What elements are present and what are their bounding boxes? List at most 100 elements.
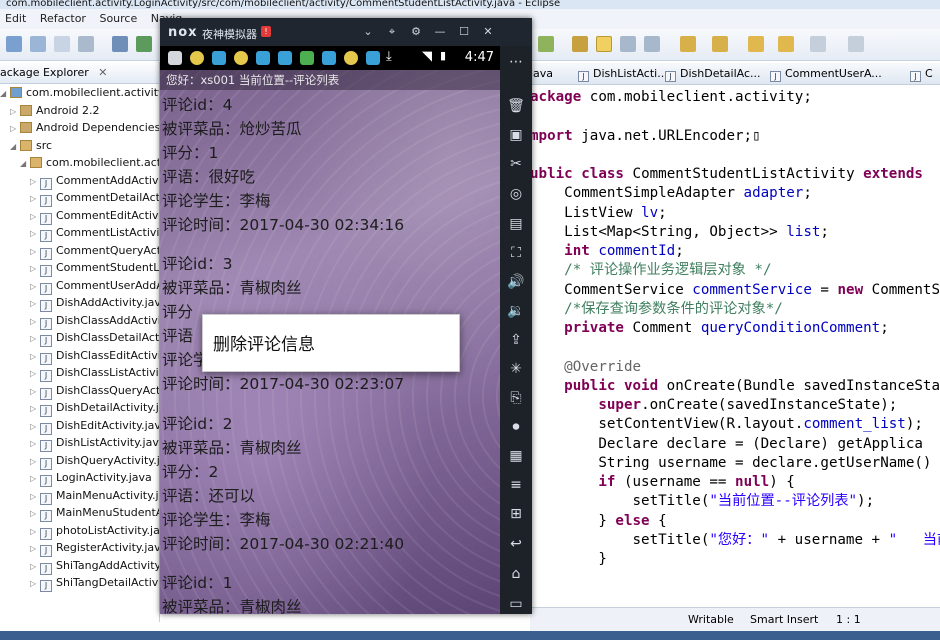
tree-item[interactable]: ▷ J CommentStudentLis [0, 259, 159, 277]
collapsed-arrow-icon[interactable]: ▷ [30, 400, 40, 418]
expand-arrow-icon[interactable]: ◢ [10, 138, 20, 156]
tree-item[interactable]: ▷ J DishClassAddActivit [0, 312, 159, 330]
keyboard-icon[interactable]: ▤ [506, 214, 526, 234]
collapsed-arrow-icon[interactable]: ▷ [30, 523, 40, 541]
tree-item[interactable]: ▷ J ShiTangDetailActivit [0, 574, 159, 592]
nav-next-icon[interactable] [810, 36, 826, 52]
macro-icon[interactable]: ⎘ [506, 388, 526, 408]
multi-instance-icon[interactable]: ▦ [506, 446, 526, 466]
collapsed-arrow-icon[interactable]: ▷ [30, 505, 40, 523]
editor-tab[interactable]: J DishDetailAc... [665, 63, 761, 84]
maximize-icon[interactable]: ☐ [456, 24, 472, 40]
recent-apps-icon[interactable]: ▭ [506, 594, 526, 614]
tree-item[interactable]: ▷ JphotoListActivity.jav [0, 522, 159, 540]
collapsed-arrow-icon[interactable]: ▷ [30, 208, 40, 226]
tree-item[interactable]: ▷J DishClassEditActivity [0, 347, 159, 365]
editor-tab[interactable]: java [530, 63, 553, 84]
tree-item[interactable]: ▷ J DishClassDetailActiv [0, 329, 159, 347]
tree-item[interactable]: ▷ J CommentDetailActiv [0, 189, 159, 207]
tree-item[interactable]: ▷ Android Dependencies [0, 119, 159, 137]
tree-item[interactable]: ▷ Android 2.2 [0, 102, 159, 120]
expand-arrow-icon[interactable]: ▷ [10, 103, 20, 121]
collapsed-arrow-icon[interactable]: ▷ [30, 575, 40, 593]
tree-item[interactable]: ▷ J CommentEditActivit [0, 207, 159, 225]
code-editor[interactable]: ackage com.mobileclient.activity; mport j… [530, 86, 940, 606]
expand-arrow-icon[interactable]: ▷ [10, 120, 20, 138]
delete-icon[interactable]: 🗑 [506, 96, 526, 116]
robot-icon[interactable]: ▣ [506, 125, 526, 145]
collapsed-arrow-icon[interactable]: ▷ [30, 225, 40, 243]
collapsed-arrow-icon[interactable]: ▷ [30, 190, 40, 208]
collapsed-arrow-icon[interactable]: ▷ [30, 243, 40, 261]
tree-item[interactable]: ▷ J RegisterActivity.java [0, 539, 159, 557]
screenshot-icon[interactable]: ⊞ [506, 504, 526, 524]
tree-item[interactable]: ◢ com.mobileclient.activity.Logir [0, 84, 159, 102]
tree-item[interactable]: ▷ J LoginActivity.java [0, 469, 159, 487]
forward-icon[interactable] [778, 36, 794, 52]
collapsed-arrow-icon[interactable]: ▷ [30, 348, 40, 366]
volume-up-icon[interactable]: 🔊 [506, 272, 526, 292]
collapsed-arrow-icon[interactable]: ▷ [30, 260, 40, 278]
print-icon[interactable] [54, 36, 70, 52]
tree-item[interactable]: ▷ J MainMenuActivity.ja [0, 487, 159, 505]
tree-item[interactable]: ▷ J CommentQueryActiv [0, 242, 159, 260]
prev-annotation-icon[interactable] [712, 36, 728, 52]
save-icon[interactable] [30, 36, 46, 52]
scissors-icon[interactable]: ✂ [506, 154, 526, 174]
menu-refactor[interactable]: Refactor [40, 12, 86, 25]
collapsed-arrow-icon[interactable]: ▷ [30, 330, 40, 348]
shake-icon[interactable]: ✳ [506, 359, 526, 379]
collapsed-arrow-icon[interactable]: ▷ [30, 558, 40, 576]
delete-comment-menu-item[interactable]: 删除评论信息 [213, 330, 315, 355]
pin-icon[interactable]: ⌖ [384, 24, 400, 40]
more-icon[interactable]: ⋯ [506, 52, 526, 72]
volume-down-icon[interactable]: 🔉 [506, 301, 526, 321]
tree-item[interactable]: ◢ com.mobileclient.activit [0, 154, 159, 172]
tree-item[interactable]: ▷ J DishListActivity.java [0, 434, 159, 452]
tree-item[interactable]: ▷ J MainMenuStudentA [0, 504, 159, 522]
editor-tab[interactable]: J DishListActi... [578, 63, 668, 84]
location-icon[interactable]: ◎ [506, 184, 526, 204]
close-icon[interactable]: ✕ [480, 24, 496, 40]
open-type-icon[interactable] [572, 36, 588, 52]
toggle-mark-icon[interactable] [596, 36, 612, 52]
collapsed-arrow-icon[interactable]: ▷ [30, 278, 40, 296]
minimize-icon[interactable]: — [432, 24, 448, 40]
video-record-icon[interactable]: ⏺ [506, 417, 526, 437]
tree-item[interactable]: ▷ J DishAddActivity.java [0, 294, 159, 312]
copy-icon[interactable] [78, 36, 94, 52]
debug-icon[interactable] [112, 36, 128, 52]
gear-icon[interactable]: ⚙ [408, 24, 424, 40]
run-icon[interactable] [136, 36, 152, 52]
collapsed-arrow-icon[interactable]: ▷ [30, 488, 40, 506]
expand-arrow-icon[interactable]: ◢ [20, 155, 30, 173]
menu-source[interactable]: Source [99, 12, 137, 25]
tree-item[interactable]: ▷ J CommentListActivity [0, 224, 159, 242]
tree-item[interactable]: ▷ J ShiTangAddActivity. [0, 557, 159, 575]
tree-item[interactable]: ▷ J CommentAddActivit [0, 172, 159, 190]
back-icon[interactable]: ↩ [506, 534, 526, 554]
home-icon[interactable]: ⌂ [506, 564, 526, 584]
next-annotation-icon[interactable] [680, 36, 696, 52]
collapsed-arrow-icon[interactable]: ▷ [30, 540, 40, 558]
close-icon[interactable]: ✕ [98, 66, 107, 79]
collapsed-arrow-icon[interactable]: ▷ [30, 295, 40, 313]
editor-tab[interactable]: J CommentUserA... [770, 63, 882, 84]
show-whitespace-icon[interactable] [644, 36, 660, 52]
new-icon[interactable] [6, 36, 22, 52]
collapsed-arrow-icon[interactable]: ▷ [30, 313, 40, 331]
install-apk-icon[interactable]: ⇪ [506, 330, 526, 350]
fullscreen-icon[interactable]: ⛶ [506, 243, 526, 263]
menu-icon[interactable]: ≡ [506, 475, 526, 495]
menu-edit[interactable]: Edit [5, 12, 26, 25]
tree-item[interactable]: ▷ J DishEditActivity.java [0, 417, 159, 435]
collapsed-arrow-icon[interactable]: ▷ [30, 173, 40, 191]
collapsed-arrow-icon[interactable]: ▷ [30, 453, 40, 471]
tree-item[interactable]: ▷J DishDetailActivity.jav [0, 399, 159, 417]
collapsed-arrow-icon[interactable]: ▷ [30, 365, 40, 383]
tree-item[interactable]: ▷ J DishClassQueryActiv [0, 382, 159, 400]
pin-icon[interactable] [848, 36, 864, 52]
tree-item[interactable]: ◢ src [0, 137, 159, 155]
collapsed-arrow-icon[interactable]: ▷ [30, 418, 40, 436]
back-icon[interactable] [748, 36, 764, 52]
